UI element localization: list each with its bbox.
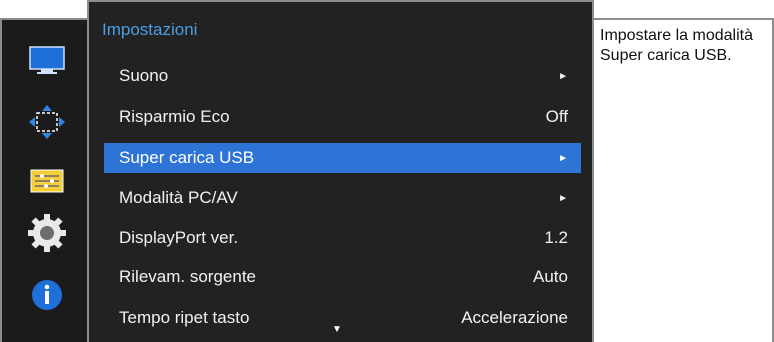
chevron-right-icon: ► (558, 152, 568, 164)
info-icon[interactable] (27, 278, 67, 312)
osd-sidebar (0, 18, 87, 342)
settings-sliders-icon[interactable] (27, 164, 67, 198)
menu-item-value: Auto (533, 267, 568, 286)
monitor-icon[interactable] (27, 44, 67, 78)
menu-title: Impostazioni (102, 20, 198, 39)
menu-item-label: Super carica USB (119, 148, 255, 167)
menu-item-value: 1.2 (544, 228, 568, 247)
menu-item-label: Modalità PC/AV (119, 188, 238, 207)
menu-item-tempo-ripet-tasto[interactable]: Tempo ripet tasto Accelerazione (104, 303, 581, 333)
menu-item-risparmio-eco[interactable]: Risparmio Eco Off (104, 102, 581, 132)
menu-item-rilevam-sorgente[interactable]: Rilevam. sorgente Auto (104, 262, 581, 292)
menu-item-label: Risparmio Eco (119, 107, 230, 126)
menu-item-suono[interactable]: Suono ► (104, 61, 581, 91)
menu-item-value: Accelerazione (461, 308, 568, 327)
size-position-icon[interactable] (27, 105, 67, 139)
menu-item-displayport-ver[interactable]: DisplayPort ver. 1.2 (104, 223, 581, 253)
menu-item-label: Rilevam. sorgente (119, 267, 257, 286)
chevron-right-icon: ► (558, 70, 568, 82)
menu-item-value: Off (545, 107, 568, 126)
menu-item-modalita-pc-av[interactable]: Modalità PC/AV ► (104, 183, 581, 213)
help-panel: Impostare la modalità Super carica USB. (594, 18, 774, 342)
chevron-right-icon: ► (558, 192, 568, 204)
osd-frame: Impostazioni Suono ► Risparmio Eco Off S… (0, 0, 774, 342)
menu-item-label: Suono (119, 66, 169, 85)
settings-menu: Impostazioni Suono ► Risparmio Eco Off S… (87, 0, 594, 342)
menu-item-label: Tempo ripet tasto (119, 308, 250, 327)
help-text: Impostare la modalità Super carica USB. (600, 27, 753, 64)
menu-item-super-carica-usb[interactable]: Super carica USB ► (104, 143, 581, 173)
gear-icon[interactable] (27, 214, 67, 252)
scroll-down-icon[interactable]: ▼ (332, 324, 342, 335)
menu-item-label: DisplayPort ver. (119, 228, 239, 247)
